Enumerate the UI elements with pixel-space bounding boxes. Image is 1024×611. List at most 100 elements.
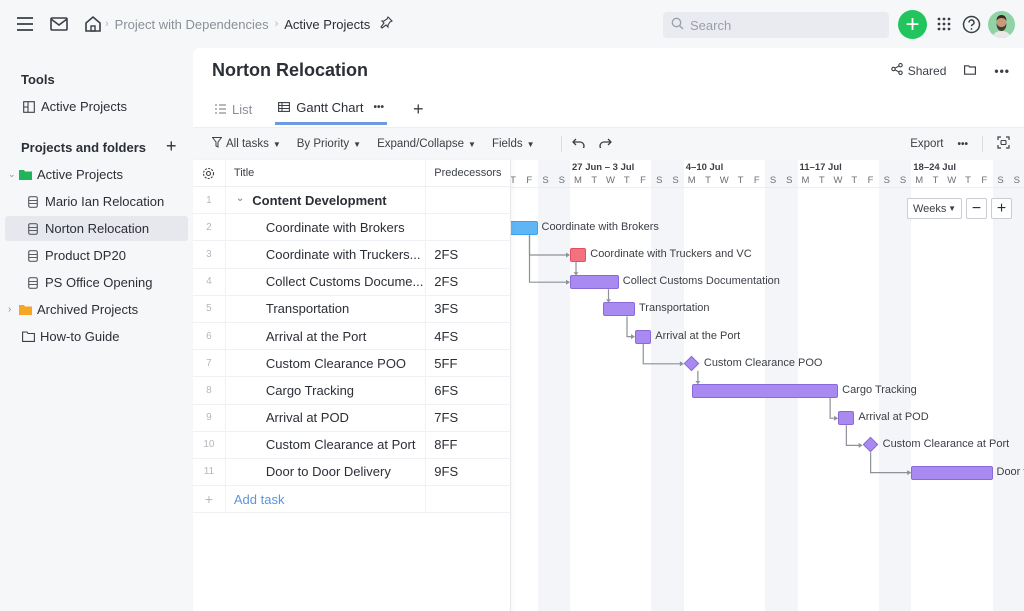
search-box[interactable] (663, 12, 889, 38)
tab-more-icon[interactable]: ••• (373, 102, 384, 113)
menu-icon[interactable] (15, 14, 35, 34)
sidebar-project-ps-office-opening[interactable]: PS Office Opening (0, 270, 188, 295)
task-bar[interactable] (911, 465, 993, 480)
breadcrumb-item[interactable]: Project with Dependencies (115, 17, 269, 32)
task-bar[interactable] (635, 329, 652, 344)
tab-list[interactable]: List (212, 94, 255, 124)
scale-value: Weeks (913, 202, 947, 215)
sidebar-folder-how-to-guide[interactable]: How-to Guide (0, 324, 188, 349)
add-task-row[interactable]: + Add task (193, 486, 510, 514)
group-row[interactable]: 1 ⌄ Content Development (193, 187, 510, 215)
help-icon[interactable] (961, 14, 981, 34)
task-title[interactable]: Custom Clearance POO (226, 350, 427, 377)
task-bar[interactable] (602, 302, 635, 317)
task-title[interactable]: Cargo Tracking (226, 377, 427, 404)
sidebar-item-label: Archived Projects (37, 302, 139, 317)
task-row[interactable]: 4 Collect Customs Docume... 2FS (193, 268, 510, 296)
undo-icon[interactable] (571, 138, 585, 151)
task-bar[interactable] (691, 384, 839, 398)
task-bar[interactable] (570, 248, 587, 262)
redo-icon[interactable] (598, 138, 612, 151)
column-header-predecessors[interactable]: Predecessors (426, 160, 510, 186)
apps-grid-icon[interactable] (934, 14, 954, 34)
task-bar[interactable] (570, 275, 619, 290)
predecessor-cell[interactable]: 7FS (426, 405, 510, 431)
task-row[interactable]: 6 Arrival at the Port 4FS (193, 322, 510, 351)
predecessor-cell[interactable]: 3FS (426, 296, 510, 322)
sidebar-item-label: Active Projects (37, 167, 123, 182)
task-row[interactable]: 2 Coordinate with Brokers (193, 214, 510, 242)
sidebar-folder-archived-projects[interactable]: › Archived Projects (0, 297, 188, 322)
pin-icon[interactable] (380, 16, 394, 32)
predecessor-cell[interactable] (426, 214, 510, 240)
predecessor-cell[interactable]: 2FS (426, 269, 510, 295)
fullscreen-icon[interactable] (997, 136, 1010, 152)
project-icon (26, 249, 40, 263)
task-row[interactable]: 10 Custom Clearance at Port 8FF (193, 431, 510, 459)
sidebar-project-norton-relocation[interactable]: Norton Relocation (5, 216, 188, 241)
predecessor-cell[interactable]: 4FS (426, 323, 510, 349)
filter-icon (211, 137, 223, 151)
home-icon[interactable] (83, 14, 103, 34)
task-row[interactable]: 8 Cargo Tracking 6FS (193, 377, 510, 405)
task-title[interactable]: Coordinate with Brokers (226, 214, 427, 241)
top-bar: › Project with Dependencies › Active Pro… (0, 0, 1024, 48)
grid-settings-icon[interactable] (193, 160, 226, 186)
task-bar[interactable] (511, 220, 538, 235)
predecessor-cell[interactable]: 9FS (426, 459, 510, 485)
chevron-down-icon[interactable]: ⌄ (236, 193, 244, 204)
task-title[interactable]: Arrival at POD (226, 404, 427, 431)
more-icon[interactable]: ••• (994, 64, 1010, 78)
fields-dropdown[interactable]: Fields ▼ (492, 138, 535, 150)
chevron-right-icon: › (105, 18, 109, 30)
task-row[interactable]: 5 Transportation 3FS (193, 295, 510, 323)
breadcrumb-current[interactable]: Active Projects (284, 17, 370, 32)
task-row[interactable]: 11 Door to Door Delivery 9FS (193, 458, 510, 487)
sidebar-item-active-projects-tool[interactable]: Active Projects (0, 94, 188, 119)
search-input[interactable] (690, 17, 870, 33)
task-title[interactable]: Collect Customs Docume... (226, 268, 427, 295)
expand-collapse-dropdown[interactable]: Expand/Collapse ▼ (377, 138, 476, 150)
zoom-out-button[interactable]: − (966, 198, 987, 219)
main-panel: Norton Relocation Shared ••• List Gantt … (193, 48, 1024, 611)
sidebar-project-mario-ian-relocation[interactable]: Mario Ian Relocation (0, 189, 188, 214)
add-new-button[interactable]: + (898, 10, 927, 39)
task-title[interactable]: ⌄ Content Development (226, 187, 427, 214)
predecessor-cell[interactable]: 6FS (426, 377, 510, 403)
predecessor-cell[interactable]: 8FF (426, 432, 510, 458)
task-title[interactable]: Custom Clearance at Port (226, 431, 427, 458)
predecessor-cell[interactable]: 5FF (426, 350, 510, 376)
gantt-chart[interactable]: T F S S M T W T F S S M T W T F S S M T W T F S S M T W T F S S 27 Jun –… (511, 160, 1024, 611)
toolbar-more-icon[interactable]: ••• (957, 139, 968, 150)
sidebar-folder-active-projects[interactable]: ⌄ Active Projects (0, 162, 188, 187)
chevron-down-icon[interactable]: ⌄ (8, 169, 18, 180)
add-task-button[interactable]: Add task (226, 486, 427, 513)
add-task-plus-icon: + (193, 486, 226, 513)
folder-icon[interactable] (964, 64, 977, 78)
task-title[interactable]: Arrival at the Port (226, 322, 427, 350)
task-row[interactable]: 9 Arrival at POD 7FS (193, 404, 510, 432)
sidebar-project-product-dp20[interactable]: Product DP20 (0, 243, 188, 268)
add-view-icon[interactable]: + (413, 99, 424, 120)
add-project-icon[interactable]: + (166, 136, 177, 157)
all-tasks-filter[interactable]: All tasks ▼ (211, 137, 281, 151)
task-row[interactable]: 3 Coordinate with Truckers... 2FS (193, 241, 510, 269)
task-title[interactable]: Coordinate with Truckers... (226, 241, 427, 268)
dependency-link (528, 234, 569, 283)
task-row[interactable]: 7 Custom Clearance POO 5FF (193, 350, 510, 378)
column-header-title[interactable]: Title (226, 160, 427, 186)
task-title[interactable]: Transportation (226, 295, 427, 322)
export-button[interactable]: Export (910, 138, 943, 150)
shared-button[interactable]: Shared (890, 62, 946, 78)
scale-select[interactable]: Weeks ▼ (907, 198, 962, 219)
chevron-right-icon[interactable]: › (8, 304, 18, 315)
by-priority-dropdown[interactable]: By Priority ▼ (297, 138, 361, 150)
task-title[interactable]: Door to Door Delivery (226, 458, 427, 486)
zoom-in-button[interactable]: + (991, 198, 1012, 219)
predecessor-cell[interactable]: 2FS (426, 241, 510, 267)
mail-icon[interactable] (49, 14, 69, 34)
task-bar[interactable] (838, 411, 855, 426)
tab-gantt-chart[interactable]: Gantt Chart ••• (275, 93, 387, 125)
avatar[interactable] (988, 11, 1015, 38)
predecessor-cell[interactable] (426, 187, 510, 213)
